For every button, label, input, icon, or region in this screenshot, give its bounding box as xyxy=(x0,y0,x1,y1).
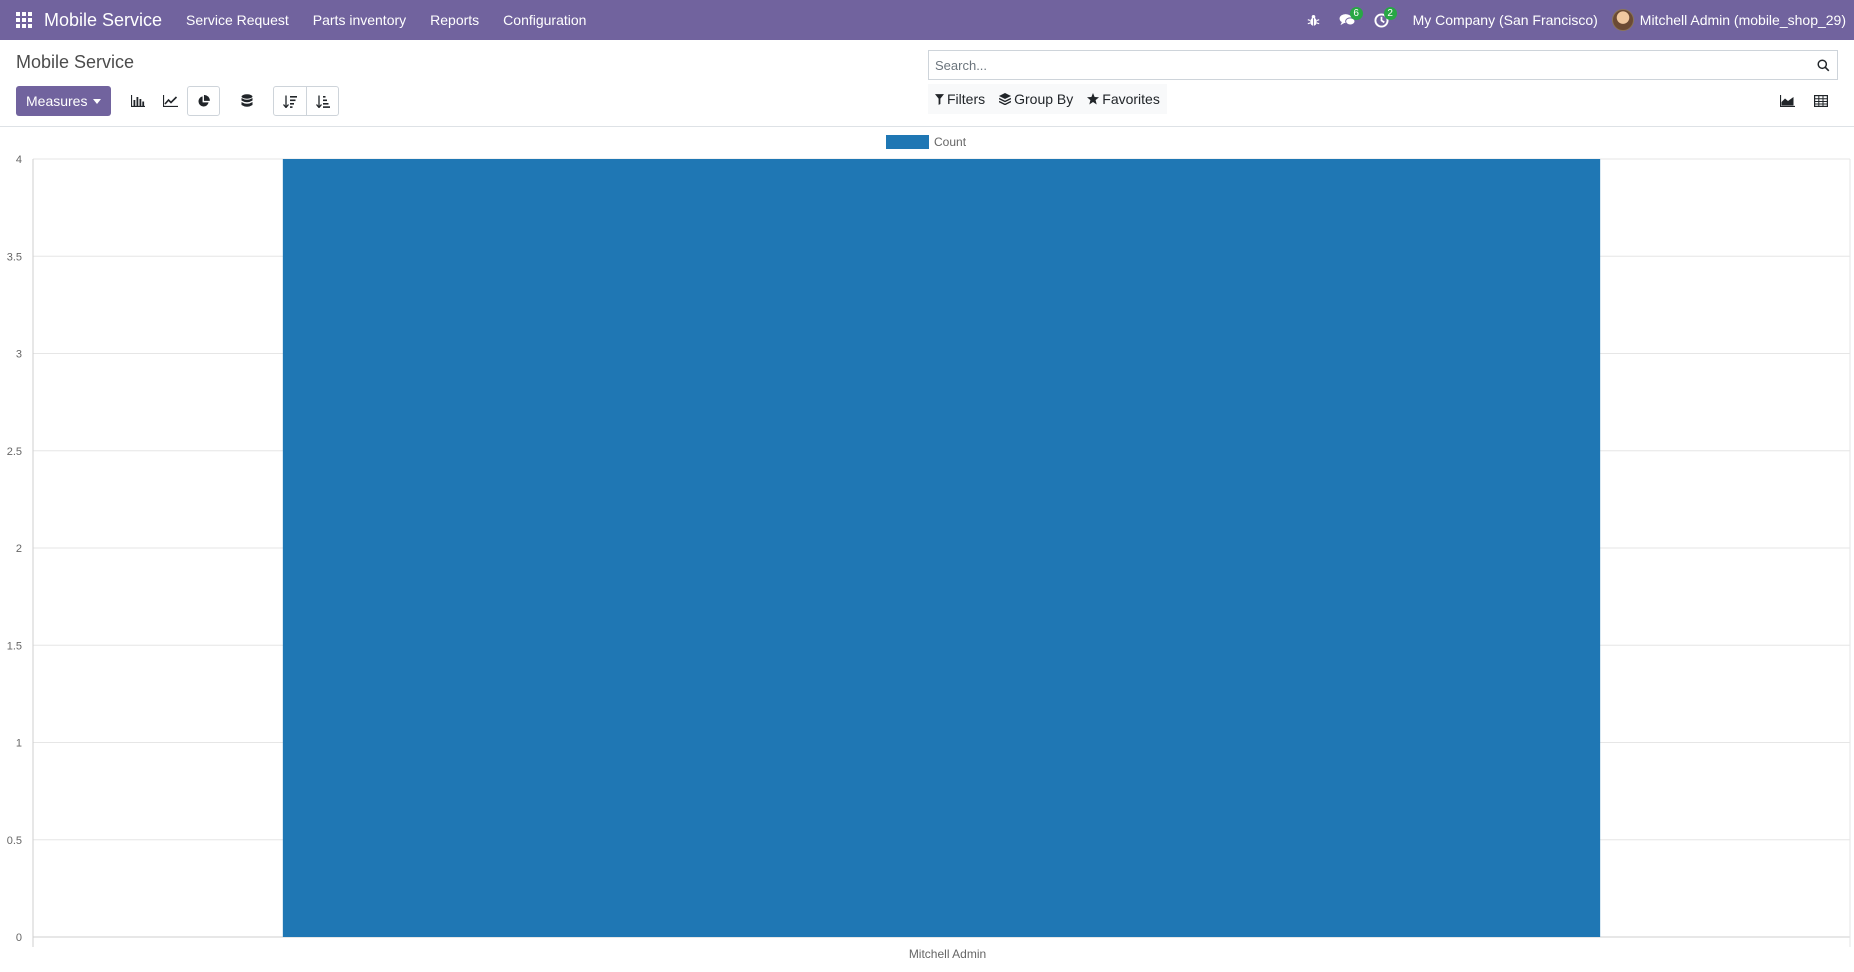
y-tick-label: 0 xyxy=(16,932,22,944)
bar-chart-icon[interactable] xyxy=(121,86,154,116)
bug-icon[interactable] xyxy=(1297,0,1331,40)
graph-container: 0 0.5 1 1.5 2 2.5 3 3.5 4 Mitchell Admin Count xyxy=(0,128,1854,967)
messages-count-badge: 6 xyxy=(1349,7,1363,20)
measures-label: Measures xyxy=(26,93,88,109)
apps-menu-icon[interactable] xyxy=(4,0,44,40)
chart-mode-group xyxy=(121,86,221,116)
line-chart-icon[interactable] xyxy=(154,86,187,116)
stacked-group xyxy=(230,86,263,116)
filters-label: Filters xyxy=(947,91,986,107)
navbar-systray: 6 2 My Company (San Francisco) Mitchell … xyxy=(1297,0,1846,40)
search-icon[interactable] xyxy=(1809,51,1837,79)
breadcrumb: Mobile Service xyxy=(16,52,135,72)
company-switcher[interactable]: My Company (San Francisco) xyxy=(1399,12,1612,28)
table-icon[interactable] xyxy=(1804,86,1838,116)
y-tick-label: 1.5 xyxy=(7,640,22,652)
menu-configuration[interactable]: Configuration xyxy=(491,12,598,28)
graph-toolbar: Measures xyxy=(16,86,340,116)
user-name: Mitchell Admin (mobile_shop_29) xyxy=(1639,12,1846,28)
layers-icon xyxy=(999,93,1012,105)
legend-label: Count xyxy=(934,135,967,149)
y-tick-label: 3 xyxy=(16,349,22,361)
y-tick-label: 3.5 xyxy=(7,251,22,263)
group-by-label: Group By xyxy=(1014,91,1074,107)
x-tick-label: Mitchell Admin xyxy=(909,947,986,961)
search-options: Filters Group By Favorites xyxy=(928,84,1167,114)
activities-count-badge: 2 xyxy=(1383,7,1397,20)
bar-chart: 0 0.5 1 1.5 2 2.5 3 3.5 4 Mitchell Admin Count xyxy=(7,135,1851,961)
search-input[interactable] xyxy=(929,52,1809,78)
caret-down-icon xyxy=(93,98,102,104)
top-navbar: Mobile Service Service Request Parts inv… xyxy=(0,0,1854,40)
menu-reports[interactable]: Reports xyxy=(418,12,491,28)
sort-group xyxy=(273,86,340,116)
filters-button[interactable]: Filters xyxy=(928,84,992,114)
y-tick-label: 1 xyxy=(16,738,22,750)
menu-service-request[interactable]: Service Request xyxy=(174,12,301,28)
filter-icon xyxy=(935,93,944,105)
legend-swatch xyxy=(886,135,929,149)
favorites-label: Favorites xyxy=(1102,91,1160,107)
sort-descending-icon[interactable] xyxy=(274,87,306,115)
avatar xyxy=(1611,9,1634,31)
measures-dropdown-button[interactable]: Measures xyxy=(16,86,112,116)
chat-icon[interactable]: 6 xyxy=(1331,0,1365,40)
database-icon[interactable] xyxy=(230,86,263,116)
search-box xyxy=(928,50,1838,80)
group-by-button[interactable]: Group By xyxy=(992,84,1080,114)
area-chart-icon[interactable] xyxy=(1770,86,1804,116)
user-menu[interactable]: Mitchell Admin (mobile_shop_29) xyxy=(1611,9,1846,31)
clock-icon[interactable]: 2 xyxy=(1365,0,1399,40)
y-tick-label: 2.5 xyxy=(7,446,22,458)
menu-parts-inventory[interactable]: Parts inventory xyxy=(301,12,418,28)
sort-ascending-icon[interactable] xyxy=(306,87,338,115)
app-brand[interactable]: Mobile Service xyxy=(44,10,162,31)
view-switcher xyxy=(1770,86,1838,116)
y-tick-label: 4 xyxy=(16,154,22,166)
y-tick-label: 2 xyxy=(16,543,22,555)
pie-chart-icon[interactable] xyxy=(187,86,221,116)
favorites-button[interactable]: Favorites xyxy=(1080,84,1167,114)
star-icon xyxy=(1087,93,1100,105)
bar xyxy=(282,159,1601,937)
y-tick-label: 0.5 xyxy=(7,835,22,847)
